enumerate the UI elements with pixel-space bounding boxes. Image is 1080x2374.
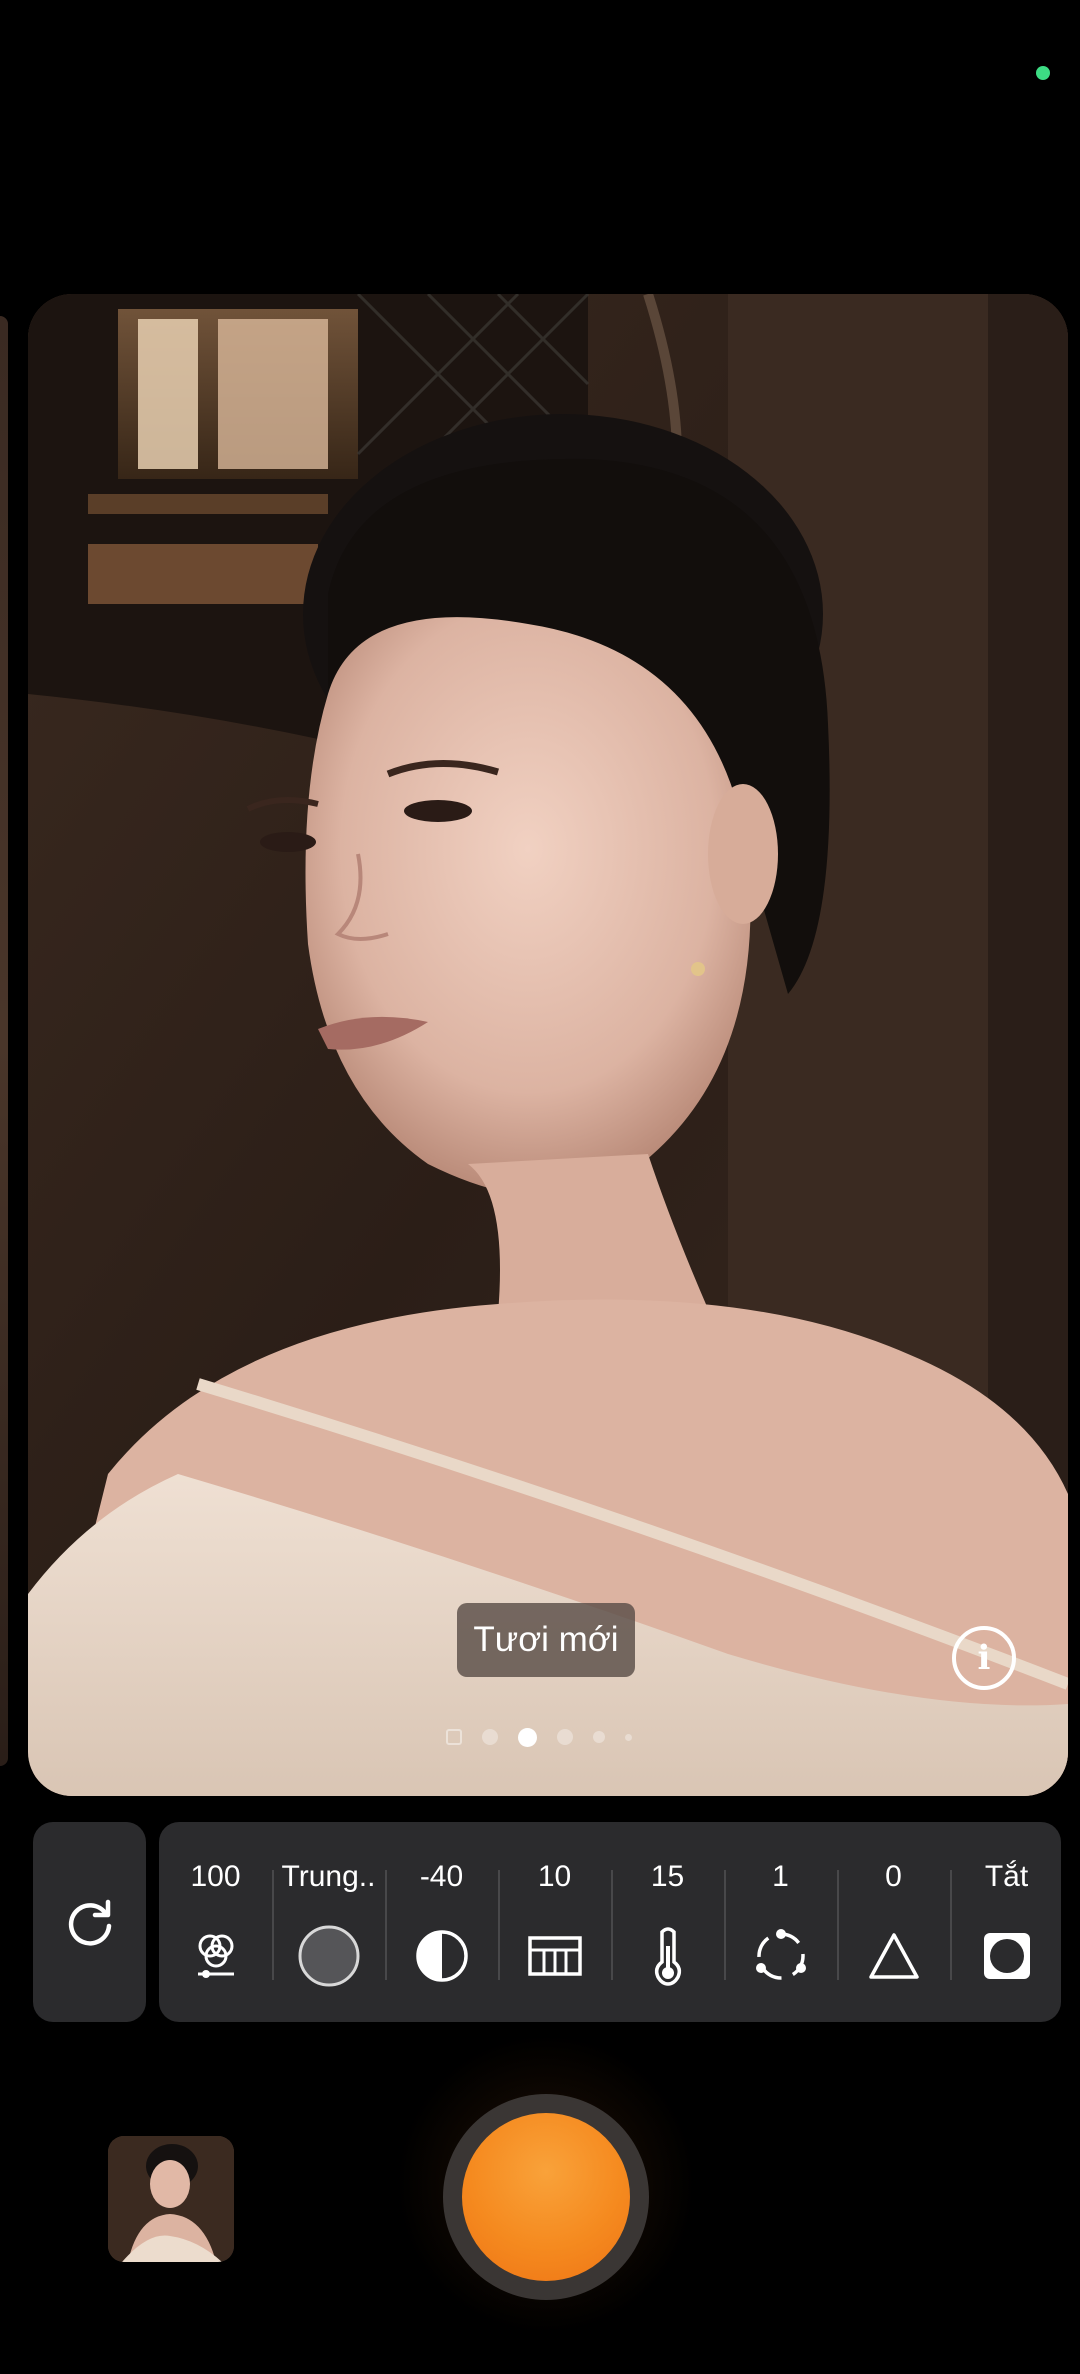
filter-page-indicator bbox=[446, 1726, 632, 1748]
page-dot-1 bbox=[446, 1729, 462, 1745]
triangle-icon bbox=[837, 1924, 950, 1988]
param-value: Tắt bbox=[984, 1860, 1029, 1893]
thumbnail-image bbox=[108, 2136, 234, 2262]
temperature-icon bbox=[611, 1924, 724, 1988]
page-dot-4 bbox=[557, 1729, 573, 1745]
preview-image bbox=[28, 294, 1068, 1796]
param-value: 15 bbox=[650, 1860, 685, 1893]
info-icon[interactable]: i bbox=[952, 1626, 1016, 1690]
param-value: Trung.. bbox=[281, 1860, 376, 1893]
previous-photo-peek[interactable] bbox=[0, 316, 8, 1766]
filter-strength-icon bbox=[159, 1924, 272, 1988]
vignette-icon bbox=[950, 1924, 1063, 1988]
page-dot-5 bbox=[593, 1731, 605, 1743]
param-temperature[interactable]: 15 bbox=[611, 1822, 724, 2022]
filter-name-label: Tươi mới bbox=[457, 1603, 635, 1677]
param-grain[interactable]: Trung.. bbox=[272, 1822, 385, 2022]
param-triangle[interactable]: 0 bbox=[837, 1822, 950, 2022]
dotted-circle-icon bbox=[724, 1924, 837, 1988]
adjustment-toolbar: 100 Trung.. -40 10 15 1 0 Tắt bbox=[159, 1822, 1061, 2022]
grain-circle-icon bbox=[272, 1924, 385, 1988]
camera-preview[interactable] bbox=[28, 294, 1068, 1796]
param-dotted-circle[interactable]: 1 bbox=[724, 1822, 837, 2022]
reset-button[interactable] bbox=[33, 1822, 146, 2022]
param-value: 100 bbox=[190, 1860, 241, 1893]
param-value: 0 bbox=[885, 1860, 902, 1893]
param-film-grid[interactable]: 10 bbox=[498, 1822, 611, 2022]
gallery-thumbnail[interactable] bbox=[108, 2136, 234, 2262]
param-contrast[interactable]: -40 bbox=[385, 1822, 498, 2022]
status-indicator-dot bbox=[1036, 66, 1050, 80]
param-value: -40 bbox=[419, 1860, 464, 1893]
param-filter-strength[interactable]: 100 bbox=[159, 1822, 272, 2022]
param-value: 1 bbox=[772, 1860, 789, 1893]
refresh-icon bbox=[68, 1899, 111, 1946]
contrast-icon bbox=[385, 1924, 498, 1988]
param-vignette[interactable]: Tắt bbox=[950, 1822, 1063, 2022]
page-dot-3-active bbox=[518, 1727, 537, 1747]
page-dot-2 bbox=[482, 1729, 498, 1745]
film-grid-icon bbox=[498, 1924, 611, 1988]
page-dot-6 bbox=[625, 1733, 632, 1741]
param-value: 10 bbox=[537, 1860, 572, 1893]
shutter-button[interactable] bbox=[443, 2094, 649, 2300]
shutter-inner bbox=[462, 2113, 630, 2281]
